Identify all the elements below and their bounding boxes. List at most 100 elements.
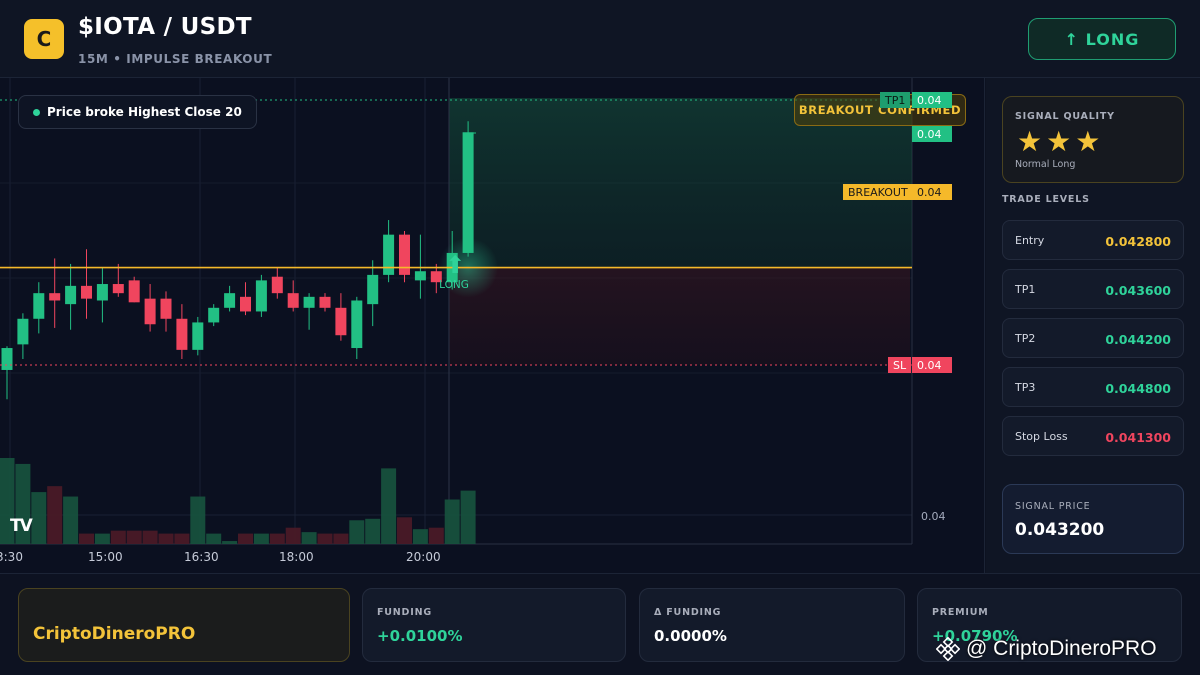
- level-value: 0.042800: [1105, 234, 1171, 249]
- last-price-label: 0.04: [912, 126, 952, 142]
- info-tag-text: Price broke Highest Close 20: [47, 105, 242, 119]
- candle-body: [271, 276, 283, 294]
- candle-body: [33, 293, 45, 319]
- level-tp2: TP2 0.044200: [1002, 318, 1184, 358]
- candle-body: [208, 307, 220, 323]
- timeframe-subtitle: 15M • IMPULSE BREAKOUT: [78, 52, 273, 66]
- volume-bar: [397, 517, 412, 544]
- volume-bar: [428, 527, 444, 544]
- stop-loss-zone: [449, 267, 910, 365]
- volume-bar: [63, 496, 79, 544]
- volume-bar: [222, 541, 238, 544]
- time-label: 15:00: [88, 550, 123, 564]
- signal-quality-note: Normal Long: [1015, 159, 1076, 170]
- signal-price-title: SIGNAL PRICE: [1015, 501, 1091, 512]
- signal-price-card: SIGNAL PRICE 0.043200: [1002, 484, 1184, 554]
- candle-body: [240, 296, 251, 312]
- tp1-price-label: 0.04: [912, 92, 952, 108]
- trade-levels-title: TRADE LEVELS: [1002, 194, 1090, 205]
- level-value: 0.041300: [1105, 430, 1171, 445]
- watermark-text: @ CriptoDineroPRO: [966, 637, 1157, 660]
- volume-bar: [190, 496, 206, 544]
- time-label: 16:30: [184, 550, 219, 564]
- binance-logo-icon: [936, 637, 960, 661]
- volume-bar: [206, 533, 222, 544]
- volume-bar: [349, 520, 365, 544]
- sl-label: SL: [888, 357, 912, 373]
- candlestick-chart: [0, 78, 913, 545]
- level-name: TP3: [1015, 381, 1036, 394]
- candle-body: [65, 285, 77, 305]
- price-chart[interactable]: Price broke Highest Close 20 BREAKOUT CO…: [0, 78, 985, 573]
- volume-bar: [365, 518, 381, 544]
- candle-body: [462, 132, 474, 253]
- candle-body: [224, 293, 236, 308]
- volume-bar: [47, 486, 63, 544]
- arrow-up-icon: ⬆: [444, 251, 466, 279]
- breakout-label: BREAKOUT: [843, 184, 913, 200]
- level-value: 0.044200: [1105, 332, 1171, 347]
- level-name: Stop Loss: [1015, 430, 1068, 443]
- app-logo: C: [24, 19, 64, 59]
- brand-name: CriptoDineroPRO: [33, 624, 196, 644]
- candle-body: [160, 298, 172, 319]
- long-signal-marker: ⬆ LONG: [439, 251, 470, 291]
- tp1-label: TP1: [880, 92, 911, 108]
- candle-body: [176, 318, 188, 350]
- candle-body: [128, 280, 140, 303]
- watermark: @ CriptoDineroPRO: [936, 636, 1157, 662]
- delta-funding-card: Δ FUNDING 0.0000%: [639, 588, 905, 662]
- signal-quality-card: SIGNAL QUALITY ★★★ Normal Long: [1002, 96, 1184, 183]
- candle-body: [1, 348, 13, 370]
- volume-bar: [158, 533, 174, 544]
- volume-bar: [301, 532, 317, 544]
- candle-body: [96, 284, 108, 301]
- candle-body: [81, 285, 92, 299]
- level-value: 0.044800: [1105, 381, 1171, 396]
- delta-funding-value: 0.0000%: [654, 627, 727, 645]
- level-tp3: TP3 0.044800: [1002, 367, 1184, 407]
- level-entry: Entry 0.042800: [1002, 220, 1184, 260]
- brand-card: CriptoDineroPRO: [18, 588, 350, 662]
- level-stop-loss: Stop Loss 0.041300: [1002, 416, 1184, 456]
- candle-body: [255, 280, 267, 312]
- breakout-info-tag: Price broke Highest Close 20: [18, 95, 257, 129]
- status-dot: [33, 108, 40, 116]
- delta-funding-title: Δ FUNDING: [654, 607, 722, 618]
- time-label: 3:30: [0, 550, 23, 564]
- volume-bar: [412, 529, 428, 544]
- volume-bar: [142, 530, 158, 544]
- header: C $IOTA / USDT 15M • IMPULSE BREAKOUT ↑ …: [0, 0, 1200, 78]
- candle-body: [112, 284, 124, 294]
- tradingview-logo-icon: TV: [10, 516, 33, 536]
- volume-bar: [253, 533, 269, 544]
- volume-bar: [381, 468, 397, 544]
- funding-card: FUNDING +0.0100%: [362, 588, 626, 662]
- premium-title: PREMIUM: [932, 607, 989, 618]
- star-rating-icon: ★★★: [1017, 125, 1105, 158]
- volume-bar: [333, 533, 349, 544]
- volume-bar: [269, 533, 285, 544]
- candle-body: [192, 322, 204, 350]
- level-tp1: TP1 0.043600: [1002, 269, 1184, 309]
- sl-price-label: 0.04: [912, 357, 952, 373]
- volume-bar: [238, 533, 253, 544]
- volume-bar: [285, 527, 301, 544]
- candle-body: [17, 318, 29, 345]
- level-name: Entry: [1015, 234, 1045, 247]
- price-axis-label: 0.04: [921, 509, 946, 523]
- candle-body: [367, 274, 379, 305]
- signal-price-value: 0.043200: [1015, 520, 1105, 540]
- volume-bar: [110, 530, 126, 544]
- long-signal-button[interactable]: ↑ LONG: [1028, 18, 1176, 60]
- level-value: 0.043600: [1105, 283, 1171, 298]
- pair-title: $IOTA / USDT: [78, 14, 252, 40]
- candle-body: [335, 307, 347, 336]
- volume-bar: [174, 533, 190, 544]
- volume-bar: [79, 533, 94, 544]
- candle-body: [49, 293, 61, 301]
- volume-bar: [444, 499, 460, 544]
- candle-body: [383, 234, 395, 275]
- candle-body: [287, 293, 299, 308]
- volume-bar: [460, 490, 476, 544]
